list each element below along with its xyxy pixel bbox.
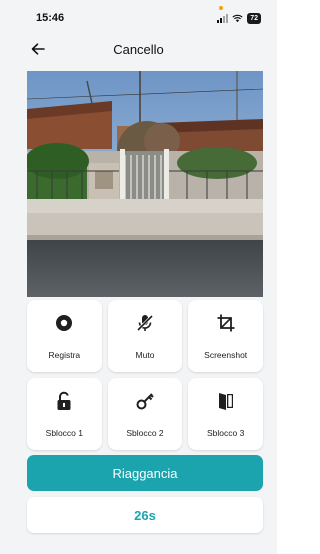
unlock-1-label: Sblocco 1 bbox=[45, 428, 83, 438]
record-icon bbox=[53, 312, 75, 334]
screenshot-button[interactable]: Screenshot bbox=[188, 300, 263, 372]
unlock-3-label: Sblocco 3 bbox=[206, 428, 245, 438]
wifi-icon bbox=[232, 14, 243, 22]
door-icon bbox=[215, 390, 237, 412]
status-bar: 15:46 72 bbox=[0, 0, 277, 36]
unlock-icon bbox=[53, 390, 75, 412]
mute-label: Muto bbox=[135, 350, 155, 360]
page-title: Cancello bbox=[113, 41, 164, 57]
record-button[interactable]: Registra bbox=[27, 300, 102, 372]
unlock-3-button[interactable]: Sblocco 3 bbox=[188, 378, 263, 450]
signal-icon bbox=[217, 13, 229, 23]
nav-bar: Cancello bbox=[0, 36, 277, 62]
camera-feed bbox=[27, 71, 263, 297]
battery-icon: 72 bbox=[247, 12, 261, 24]
call-timer: 26s bbox=[27, 497, 263, 533]
mute-button[interactable]: Muto bbox=[107, 300, 183, 372]
status-time: 15:46 bbox=[36, 12, 65, 24]
camera-indicator-icon bbox=[219, 5, 224, 10]
arrow-left-icon[interactable] bbox=[28, 39, 48, 59]
unlock-2-button[interactable]: Sblocco 2 bbox=[107, 378, 183, 450]
intercom-screen: 15:46 72 Cancello Registra Muto Screensh… bbox=[0, 0, 277, 554]
crop-icon bbox=[215, 312, 237, 334]
mute-icon bbox=[134, 312, 156, 334]
status-icons: 72 bbox=[217, 5, 261, 24]
camera-image bbox=[27, 71, 263, 297]
action-grid: Registra Muto Screenshot Sblocco 1 Sbloc… bbox=[27, 300, 263, 450]
unlock-1-button[interactable]: Sblocco 1 bbox=[27, 378, 102, 450]
screenshot-label: Screenshot bbox=[204, 350, 248, 360]
key-icon bbox=[134, 390, 156, 412]
record-label: Registra bbox=[48, 350, 81, 360]
unlock-2-label: Sblocco 2 bbox=[126, 428, 164, 438]
hangup-button[interactable]: Riaggancia bbox=[27, 455, 263, 491]
